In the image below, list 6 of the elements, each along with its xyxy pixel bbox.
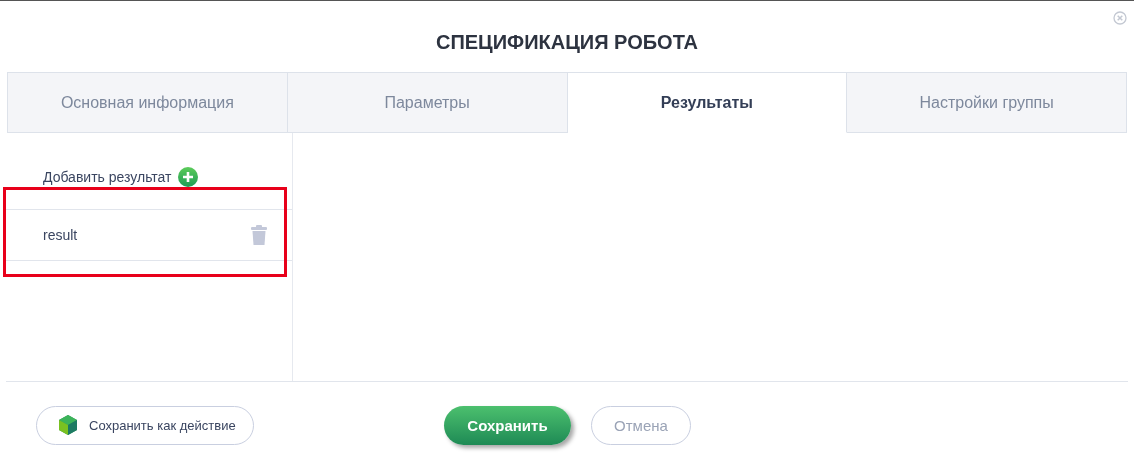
result-item[interactable]: result <box>6 209 292 261</box>
add-result-label[interactable]: Добавить результат <box>43 169 172 185</box>
save-as-action-button[interactable]: Сохранить как действие <box>36 405 254 445</box>
result-name: result <box>43 227 78 243</box>
add-result-button[interactable]: Добавить результат <box>43 167 198 187</box>
window-title: СПЕЦИФИКАЦИЯ РОБОТА <box>435 30 699 55</box>
